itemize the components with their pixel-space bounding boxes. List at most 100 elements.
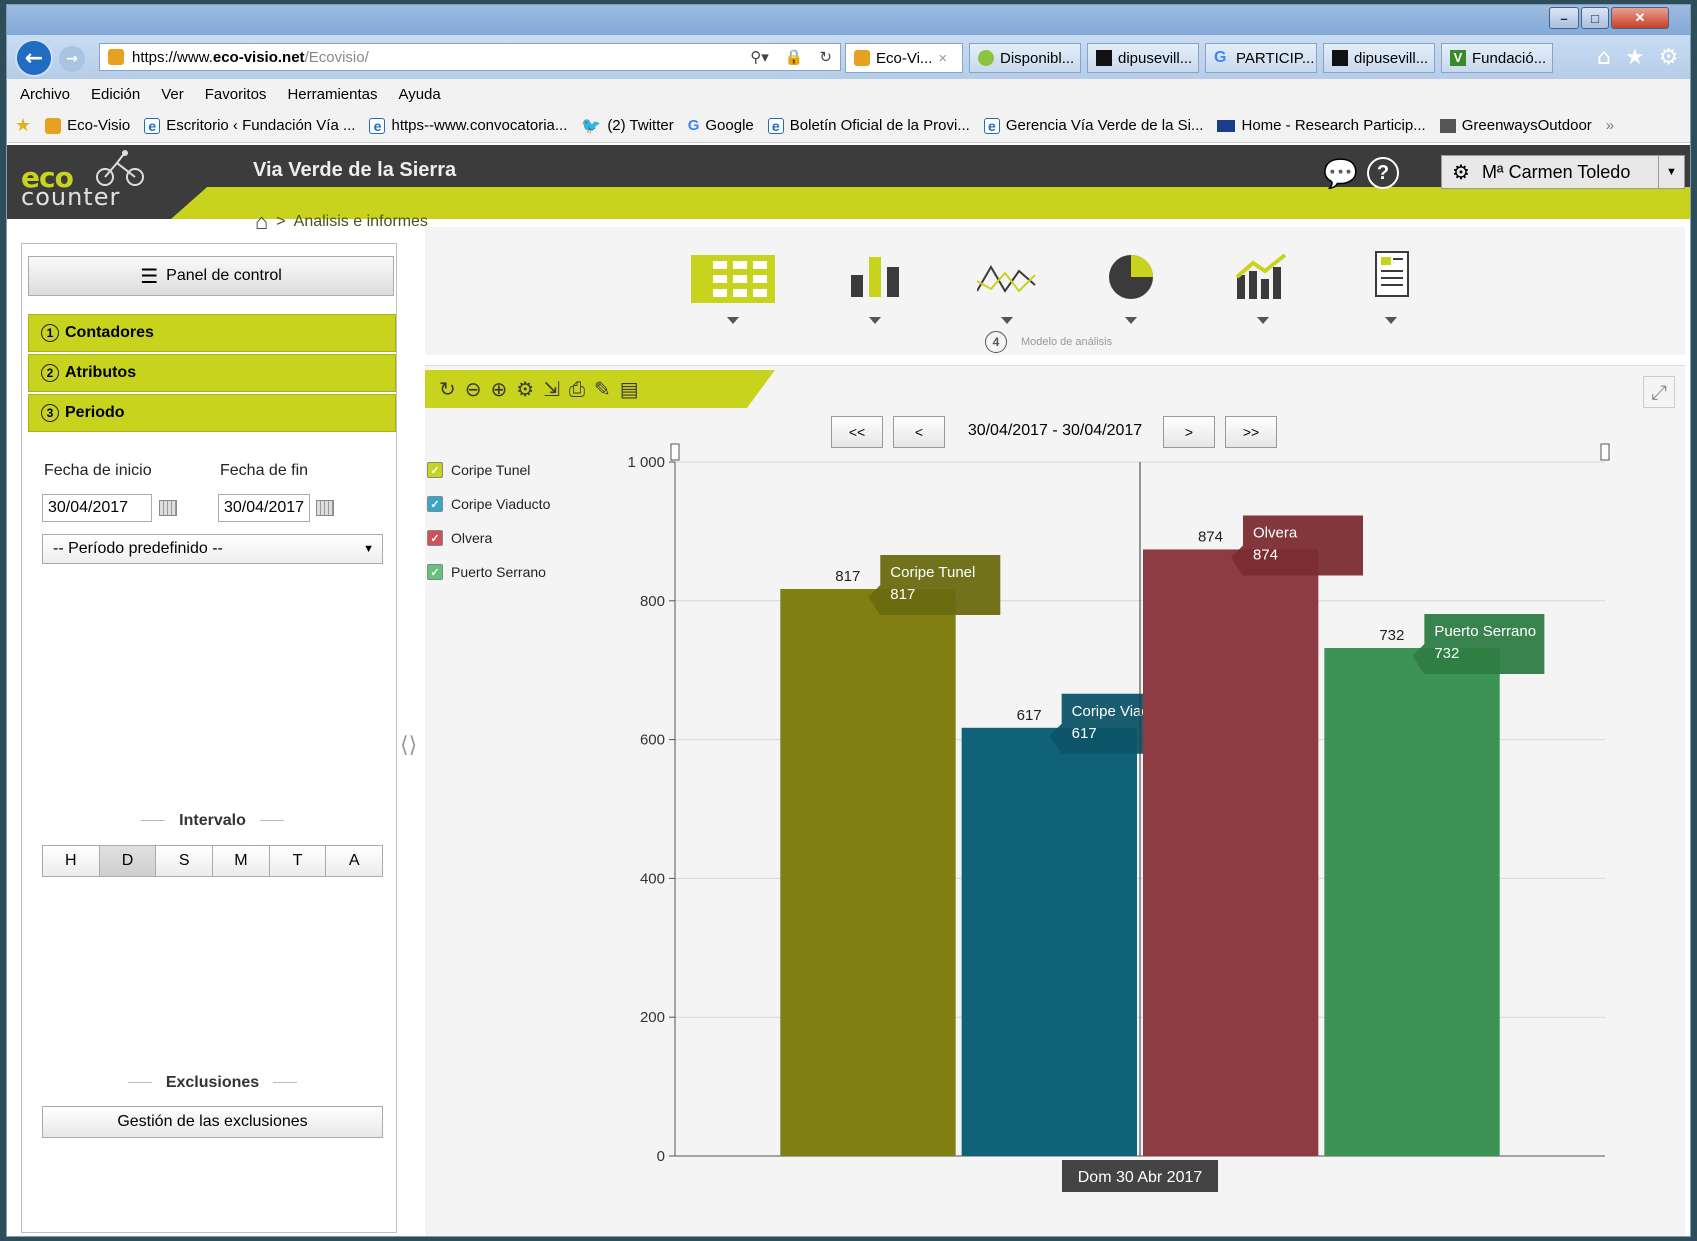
panel-de-control-button[interactable]: ☰ Panel de control xyxy=(28,256,394,296)
browser-window: – □ ✕ ← → https://www.eco-visio.net/Ecov… xyxy=(6,4,1691,1237)
gear-icon: ⚙ xyxy=(1452,161,1470,184)
tab-close-icon[interactable]: × xyxy=(938,50,947,67)
line-caret-icon[interactable] xyxy=(1001,317,1013,324)
end-date-label: Fecha de fin xyxy=(220,462,309,479)
trend-chart-icon[interactable] xyxy=(1235,253,1291,299)
trend-caret-icon[interactable] xyxy=(1257,317,1269,324)
fav-escritorio[interactable]: e Escritorio ‹ Fundación Vía ... xyxy=(144,117,355,134)
help-icon[interactable]: ? xyxy=(1367,157,1399,189)
report-icon[interactable] xyxy=(1375,251,1409,297)
end-date-input[interactable]: 30/04/2017 xyxy=(218,494,310,522)
interval-t[interactable]: T xyxy=(269,846,327,876)
export-icon[interactable]: ⇲ xyxy=(543,377,560,401)
chat-icon[interactable]: 💬 xyxy=(1323,157,1358,190)
eco-counter-logo[interactable]: eco counter xyxy=(7,145,207,219)
tab-disponibl[interactable]: Disponibl... xyxy=(969,43,1081,73)
interval-d[interactable]: D xyxy=(99,846,157,876)
bar-chart-icon[interactable] xyxy=(849,257,903,297)
favorites-more-icon[interactable]: » xyxy=(1606,117,1614,134)
view-toolbar: 4 Modelo de análisis xyxy=(425,227,1685,355)
menu-archivo[interactable]: Archivo xyxy=(20,86,70,103)
flower-icon xyxy=(978,50,994,66)
refresh-icon[interactable]: ↻ xyxy=(439,377,456,401)
checkbox-icon[interactable]: ✓ xyxy=(427,564,443,580)
fav-research[interactable]: Home - Research Particip... xyxy=(1217,117,1426,134)
refresh-icon[interactable]: ↻ xyxy=(819,48,832,66)
exclusions-button[interactable]: Gestión de las exclusiones xyxy=(42,1106,383,1138)
table-icon[interactable] xyxy=(691,255,775,303)
close-window-button[interactable]: ✕ xyxy=(1611,7,1669,29)
period-preset-select[interactable]: -- Período predefinido -- ▼ xyxy=(42,534,383,564)
tab-dipusevill-2[interactable]: dipusevill... xyxy=(1323,43,1435,73)
menu-ver[interactable]: Ver xyxy=(161,86,184,103)
back-button[interactable]: ← xyxy=(15,39,53,77)
zoom-in-icon[interactable]: ⊕ xyxy=(491,377,508,401)
fav-eco-visio[interactable]: Eco-Visio xyxy=(45,117,130,134)
calendar-icon[interactable] xyxy=(316,500,334,516)
fav-google[interactable]: G Google xyxy=(688,117,754,134)
fav-convocatoria[interactable]: e https--www.convocatoria... xyxy=(369,117,567,134)
legend-puerto-serrano[interactable]: ✓ Puerto Serrano xyxy=(427,564,546,580)
checkbox-icon[interactable]: ✓ xyxy=(427,496,443,512)
tab-fundacion[interactable]: V Fundació... xyxy=(1441,43,1553,73)
checkbox-icon[interactable]: ✓ xyxy=(427,462,443,478)
menu-edicion[interactable]: Edición xyxy=(91,86,140,103)
x-category-label: Dom 30 Abr 2017 xyxy=(1078,1169,1203,1186)
fav-boletin[interactable]: e Boletín Oficial de la Provi... xyxy=(767,117,970,134)
menu-herramientas[interactable]: Herramientas xyxy=(287,86,377,103)
star-icon[interactable]: ★ xyxy=(1625,45,1645,70)
fullscreen-icon[interactable]: ⤢ xyxy=(1643,376,1675,408)
interval-h[interactable]: H xyxy=(43,846,100,876)
line-chart-icon[interactable] xyxy=(977,261,1037,297)
interval-s[interactable]: S xyxy=(156,846,214,876)
interval-a[interactable]: A xyxy=(326,846,383,876)
analysis-model-step: 4 Modelo de análisis xyxy=(985,331,1112,353)
settings-icon[interactable]: ⚙ xyxy=(516,377,534,401)
pie-caret-icon[interactable] xyxy=(1125,317,1137,324)
tab-particip[interactable]: G PARTICIP... xyxy=(1205,43,1317,73)
print-icon[interactable]: ⎙ xyxy=(569,377,585,401)
home-icon[interactable]: ⌂ xyxy=(1597,45,1611,70)
comment-icon[interactable]: ▤ xyxy=(620,377,639,401)
fav-gerencia[interactable]: e Gerencia Vía Verde de la Si... xyxy=(983,117,1203,134)
tooltip-series: Coripe Tunel xyxy=(890,564,975,581)
search-icon[interactable]: ⚲▾ xyxy=(750,48,769,66)
section-contadores[interactable]: 1 Contadores xyxy=(28,314,396,352)
report-caret-icon[interactable] xyxy=(1385,317,1397,324)
splitter-handle[interactable]: ⟨⟩ xyxy=(400,733,417,758)
fav-twitter[interactable]: 🐦 (2) Twitter xyxy=(581,116,673,136)
tooltip-value: 617 xyxy=(1072,725,1097,742)
section-periodo[interactable]: 3 Periodo xyxy=(28,394,396,432)
legend-coripe-tunel[interactable]: ✓ Coripe Tunel xyxy=(427,462,530,478)
start-date-input[interactable]: 30/04/2017 xyxy=(42,494,152,522)
list-icon: ☰ xyxy=(140,265,159,288)
pie-chart-icon[interactable] xyxy=(1107,253,1155,301)
legend-olvera[interactable]: ✓ Olvera xyxy=(427,530,492,546)
home-icon[interactable]: ⌂ xyxy=(255,209,268,235)
address-bar[interactable]: https://www.eco-visio.net/Ecovisio/ ⚲▾ 🔒… xyxy=(99,43,841,71)
breadcrumb-current[interactable]: Analisis e informes xyxy=(294,213,428,231)
menu-favoritos[interactable]: Favoritos xyxy=(205,86,267,103)
zoom-out-icon[interactable]: ⊖ xyxy=(465,377,482,401)
tab-dipusevill-1[interactable]: dipusevill... xyxy=(1087,43,1199,73)
interval-m[interactable]: M xyxy=(213,846,270,876)
section-atributos[interactable]: 2 Atributos xyxy=(28,354,396,392)
checkbox-icon[interactable]: ✓ xyxy=(427,530,443,546)
bar-caret-icon[interactable] xyxy=(869,317,881,324)
minimize-button[interactable]: – xyxy=(1549,7,1579,29)
menu-ayuda[interactable]: Ayuda xyxy=(398,86,440,103)
eco-visio-icon xyxy=(45,117,62,134)
back-arrow-icon: ← xyxy=(24,45,44,71)
fav-greenways[interactable]: GreenwaysOutdoor xyxy=(1439,117,1592,134)
calendar-icon[interactable] xyxy=(159,500,177,516)
table-caret-icon[interactable] xyxy=(727,317,739,324)
pencil-icon[interactable]: ✎ xyxy=(594,377,611,401)
gear-icon[interactable]: ⚙ xyxy=(1659,45,1679,70)
chevron-down-icon[interactable]: ▼ xyxy=(1658,156,1684,188)
legend-coripe-viaducto[interactable]: ✓ Coripe Viaducto xyxy=(427,496,550,512)
favorites-star-icon[interactable]: ★ xyxy=(15,115,31,136)
tab-eco-visio[interactable]: Eco-Vi... × xyxy=(845,43,963,73)
forward-button[interactable]: → xyxy=(59,46,85,72)
user-menu[interactable]: ⚙ Mª Carmen Toledo ▼ xyxy=(1441,155,1685,189)
maximize-button[interactable]: □ xyxy=(1581,7,1609,29)
